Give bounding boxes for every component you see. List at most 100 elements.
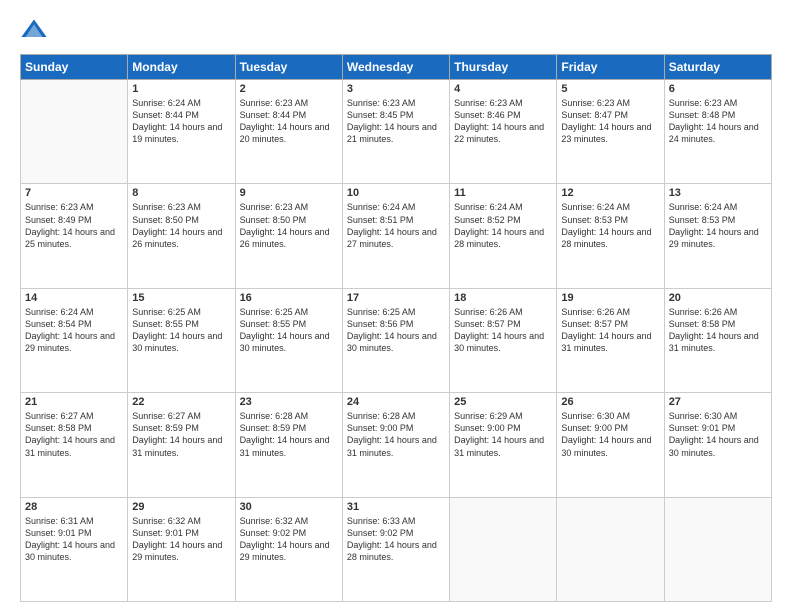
calendar-cell: 5 Sunrise: 6:23 AM Sunset: 8:47 PM Daylig…	[557, 80, 664, 184]
calendar-table: SundayMondayTuesdayWednesdayThursdayFrid…	[20, 54, 772, 602]
cell-info: Sunrise: 6:33 AM Sunset: 9:02 PM Dayligh…	[347, 515, 445, 564]
cell-info: Sunrise: 6:27 AM Sunset: 8:58 PM Dayligh…	[25, 410, 123, 459]
cell-info: Sunrise: 6:27 AM Sunset: 8:59 PM Dayligh…	[132, 410, 230, 459]
day-number: 20	[669, 292, 767, 304]
calendar-cell	[450, 497, 557, 601]
weekday-header-friday: Friday	[557, 55, 664, 80]
cell-info: Sunrise: 6:24 AM Sunset: 8:53 PM Dayligh…	[669, 201, 767, 250]
cell-info: Sunrise: 6:23 AM Sunset: 8:49 PM Dayligh…	[25, 201, 123, 250]
calendar-cell: 8 Sunrise: 6:23 AM Sunset: 8:50 PM Daylig…	[128, 184, 235, 288]
cell-info: Sunrise: 6:23 AM Sunset: 8:50 PM Dayligh…	[132, 201, 230, 250]
weekday-header-tuesday: Tuesday	[235, 55, 342, 80]
weekday-header-saturday: Saturday	[664, 55, 771, 80]
weekday-header-wednesday: Wednesday	[342, 55, 449, 80]
day-number: 25	[454, 396, 552, 408]
cell-info: Sunrise: 6:31 AM Sunset: 9:01 PM Dayligh…	[25, 515, 123, 564]
day-number: 7	[25, 187, 123, 199]
cell-info: Sunrise: 6:23 AM Sunset: 8:48 PM Dayligh…	[669, 97, 767, 146]
calendar-cell: 15 Sunrise: 6:25 AM Sunset: 8:55 PM Dayli…	[128, 288, 235, 392]
calendar-cell: 4 Sunrise: 6:23 AM Sunset: 8:46 PM Daylig…	[450, 80, 557, 184]
calendar-cell	[664, 497, 771, 601]
calendar-cell: 3Sunrise: 6:23 AM Sunset: 8:45 PM Daylig…	[342, 80, 449, 184]
day-number: 24	[347, 396, 445, 408]
calendar-cell: 6 Sunrise: 6:23 AM Sunset: 8:48 PM Daylig…	[664, 80, 771, 184]
header	[20, 16, 772, 44]
calendar-cell: 25 Sunrise: 6:29 AM Sunset: 9:00 PM Dayli…	[450, 393, 557, 497]
day-number: 18	[454, 292, 552, 304]
day-number: 9	[240, 187, 338, 199]
cell-info: Sunrise: 6:30 AM Sunset: 9:01 PM Dayligh…	[669, 410, 767, 459]
calendar-cell: 24Sunrise: 6:28 AM Sunset: 9:00 PM Dayli…	[342, 393, 449, 497]
week-row-2: 7 Sunrise: 6:23 AM Sunset: 8:49 PM Daylig…	[21, 184, 772, 288]
day-number: 16	[240, 292, 338, 304]
cell-info: Sunrise: 6:32 AM Sunset: 9:01 PM Dayligh…	[132, 515, 230, 564]
cell-info: Sunrise: 6:26 AM Sunset: 8:58 PM Dayligh…	[669, 306, 767, 355]
calendar-cell: 31 Sunrise: 6:33 AM Sunset: 9:02 PM Dayli…	[342, 497, 449, 601]
cell-info: Sunrise: 6:26 AM Sunset: 8:57 PM Dayligh…	[454, 306, 552, 355]
day-number: 15	[132, 292, 230, 304]
day-number: 1	[132, 83, 230, 95]
calendar-cell: 28 Sunrise: 6:31 AM Sunset: 9:01 PM Dayli…	[21, 497, 128, 601]
calendar-cell: 21 Sunrise: 6:27 AM Sunset: 8:58 PM Dayli…	[21, 393, 128, 497]
logo	[20, 16, 52, 44]
calendar-cell	[21, 80, 128, 184]
calendar-cell: 19 Sunrise: 6:26 AM Sunset: 8:57 PM Dayli…	[557, 288, 664, 392]
cell-info: Sunrise: 6:25 AM Sunset: 8:55 PM Dayligh…	[132, 306, 230, 355]
cell-info: Sunrise: 6:23 AM Sunset: 8:44 PM Dayligh…	[240, 97, 338, 146]
calendar-cell: 29 Sunrise: 6:32 AM Sunset: 9:01 PM Dayli…	[128, 497, 235, 601]
calendar-cell: 12 Sunrise: 6:24 AM Sunset: 8:53 PM Dayli…	[557, 184, 664, 288]
cell-info: Sunrise: 6:28 AM Sunset: 8:59 PM Dayligh…	[240, 410, 338, 459]
calendar-cell: 20 Sunrise: 6:26 AM Sunset: 8:58 PM Dayli…	[664, 288, 771, 392]
cell-info: Sunrise: 6:30 AM Sunset: 9:00 PM Dayligh…	[561, 410, 659, 459]
calendar-cell: 7 Sunrise: 6:23 AM Sunset: 8:49 PM Daylig…	[21, 184, 128, 288]
calendar-cell: 11Sunrise: 6:24 AM Sunset: 8:52 PM Dayli…	[450, 184, 557, 288]
week-row-3: 14 Sunrise: 6:24 AM Sunset: 8:54 PM Dayli…	[21, 288, 772, 392]
calendar-cell: 26 Sunrise: 6:30 AM Sunset: 9:00 PM Dayli…	[557, 393, 664, 497]
cell-info: Sunrise: 6:23 AM Sunset: 8:47 PM Dayligh…	[561, 97, 659, 146]
day-number: 31	[347, 501, 445, 513]
day-number: 4	[454, 83, 552, 95]
weekday-header-row: SundayMondayTuesdayWednesdayThursdayFrid…	[21, 55, 772, 80]
day-number: 19	[561, 292, 659, 304]
day-number: 23	[240, 396, 338, 408]
week-row-5: 28 Sunrise: 6:31 AM Sunset: 9:01 PM Dayli…	[21, 497, 772, 601]
cell-info: Sunrise: 6:29 AM Sunset: 9:00 PM Dayligh…	[454, 410, 552, 459]
calendar-cell: 2Sunrise: 6:23 AM Sunset: 8:44 PM Daylig…	[235, 80, 342, 184]
day-number: 13	[669, 187, 767, 199]
cell-info: Sunrise: 6:23 AM Sunset: 8:46 PM Dayligh…	[454, 97, 552, 146]
day-number: 29	[132, 501, 230, 513]
calendar-cell: 9 Sunrise: 6:23 AM Sunset: 8:50 PM Daylig…	[235, 184, 342, 288]
cell-info: Sunrise: 6:23 AM Sunset: 8:45 PM Dayligh…	[347, 97, 445, 146]
calendar-cell: 14 Sunrise: 6:24 AM Sunset: 8:54 PM Dayli…	[21, 288, 128, 392]
calendar-cell: 10Sunrise: 6:24 AM Sunset: 8:51 PM Dayli…	[342, 184, 449, 288]
day-number: 22	[132, 396, 230, 408]
cell-info: Sunrise: 6:24 AM Sunset: 8:51 PM Dayligh…	[347, 201, 445, 250]
day-number: 8	[132, 187, 230, 199]
weekday-header-thursday: Thursday	[450, 55, 557, 80]
calendar-cell	[557, 497, 664, 601]
weekday-header-monday: Monday	[128, 55, 235, 80]
day-number: 21	[25, 396, 123, 408]
day-number: 14	[25, 292, 123, 304]
cell-info: Sunrise: 6:24 AM Sunset: 8:54 PM Dayligh…	[25, 306, 123, 355]
day-number: 28	[25, 501, 123, 513]
cell-info: Sunrise: 6:23 AM Sunset: 8:50 PM Dayligh…	[240, 201, 338, 250]
cell-info: Sunrise: 6:24 AM Sunset: 8:53 PM Dayligh…	[561, 201, 659, 250]
calendar-cell: 17 Sunrise: 6:25 AM Sunset: 8:56 PM Dayli…	[342, 288, 449, 392]
day-number: 6	[669, 83, 767, 95]
day-number: 26	[561, 396, 659, 408]
cell-info: Sunrise: 6:25 AM Sunset: 8:56 PM Dayligh…	[347, 306, 445, 355]
day-number: 27	[669, 396, 767, 408]
day-number: 17	[347, 292, 445, 304]
calendar-cell: 30Sunrise: 6:32 AM Sunset: 9:02 PM Dayli…	[235, 497, 342, 601]
cell-info: Sunrise: 6:24 AM Sunset: 8:52 PM Dayligh…	[454, 201, 552, 250]
calendar-cell: 13 Sunrise: 6:24 AM Sunset: 8:53 PM Dayli…	[664, 184, 771, 288]
logo-icon	[20, 16, 48, 44]
cell-info: Sunrise: 6:26 AM Sunset: 8:57 PM Dayligh…	[561, 306, 659, 355]
week-row-1: 1 Sunrise: 6:24 AM Sunset: 8:44 PM Daylig…	[21, 80, 772, 184]
day-number: 12	[561, 187, 659, 199]
day-number: 5	[561, 83, 659, 95]
cell-info: Sunrise: 6:24 AM Sunset: 8:44 PM Dayligh…	[132, 97, 230, 146]
calendar-cell: 16Sunrise: 6:25 AM Sunset: 8:55 PM Dayli…	[235, 288, 342, 392]
calendar-cell: 1 Sunrise: 6:24 AM Sunset: 8:44 PM Daylig…	[128, 80, 235, 184]
